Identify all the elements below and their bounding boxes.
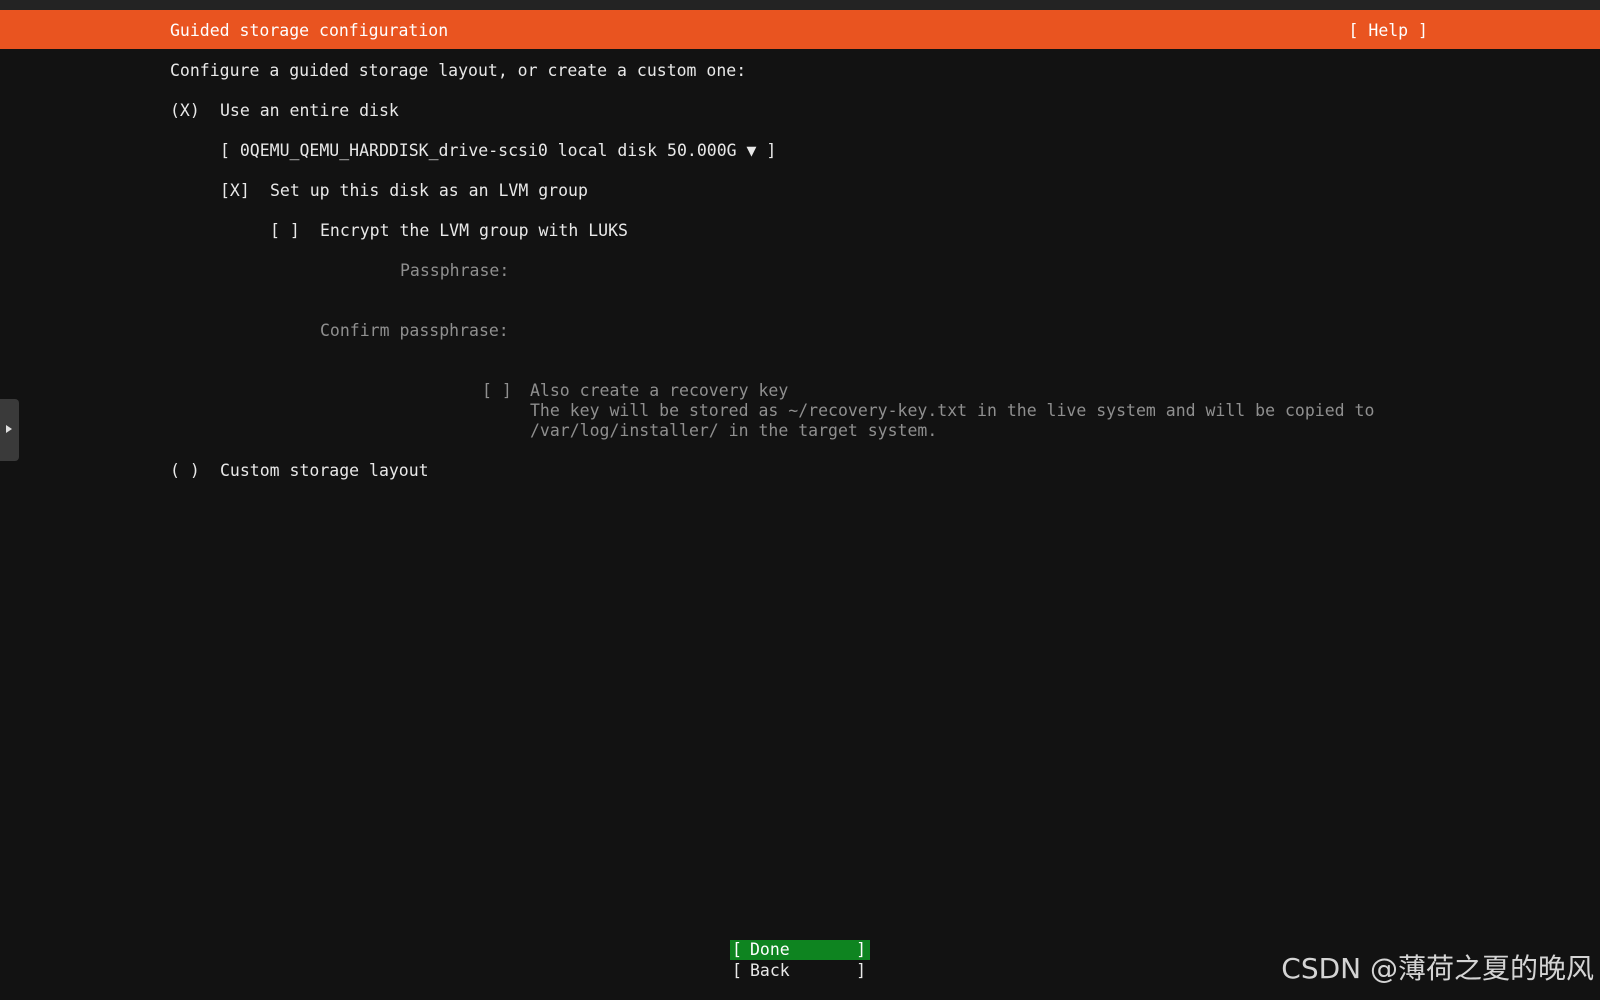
done-bracket-close: ] bbox=[856, 940, 866, 959]
triangle-right-icon bbox=[6, 425, 12, 433]
entire-disk-label[interactable]: Use an entire disk bbox=[220, 101, 399, 121]
recovery-key-label[interactable]: Also create a recovery key bbox=[530, 381, 788, 401]
encrypt-checkbox[interactable]: [ ] bbox=[270, 221, 300, 241]
lvm-checkbox[interactable]: [X] bbox=[220, 181, 250, 201]
page-title: Guided storage configuration bbox=[170, 21, 449, 40]
confirm-passphrase-input[interactable] bbox=[530, 321, 1030, 341]
recovery-key-help-line-2: /var/log/installer/ in the target system… bbox=[530, 421, 938, 440]
custom-layout-label[interactable]: Custom storage layout bbox=[220, 461, 429, 481]
disk-select-dropdown[interactable]: [ 0QEMU_QEMU_HARDDISK_drive-scsi0 local … bbox=[220, 141, 776, 161]
lvm-label[interactable]: Set up this disk as an LVM group bbox=[270, 181, 588, 201]
done-bracket-open: [ bbox=[732, 940, 742, 959]
done-label: Done bbox=[750, 940, 790, 959]
side-panel-toggle[interactable] bbox=[0, 399, 19, 461]
passphrase-label: Passphrase: bbox=[400, 261, 510, 280]
back-bracket-open: [ bbox=[732, 961, 742, 980]
passphrase-input[interactable] bbox=[530, 261, 1030, 281]
intro-text: Configure a guided storage layout, or cr… bbox=[170, 61, 747, 80]
help-button[interactable]: [ Help ] bbox=[1349, 21, 1428, 41]
back-button[interactable]: [ Back ] bbox=[730, 961, 870, 981]
back-bracket-close: ] bbox=[856, 961, 866, 980]
confirm-passphrase-label: Confirm passphrase: bbox=[320, 321, 509, 340]
encrypt-label[interactable]: Encrypt the LVM group with LUKS bbox=[320, 221, 628, 241]
back-label: Back bbox=[750, 961, 790, 980]
entire-disk-radio[interactable]: (X) bbox=[170, 101, 200, 121]
watermark-text: CSDN @薄荷之夏的晚风 bbox=[1281, 952, 1594, 985]
top-strip bbox=[0, 0, 1600, 10]
title-bar: Guided storage configuration [ Help ] bbox=[0, 10, 1600, 49]
recovery-key-checkbox[interactable]: [ ] bbox=[482, 381, 512, 401]
recovery-key-help-line-1: The key will be stored as ~/recovery-key… bbox=[530, 401, 1375, 420]
custom-layout-radio[interactable]: ( ) bbox=[170, 461, 200, 481]
done-button[interactable]: [ Done ] bbox=[730, 940, 870, 960]
